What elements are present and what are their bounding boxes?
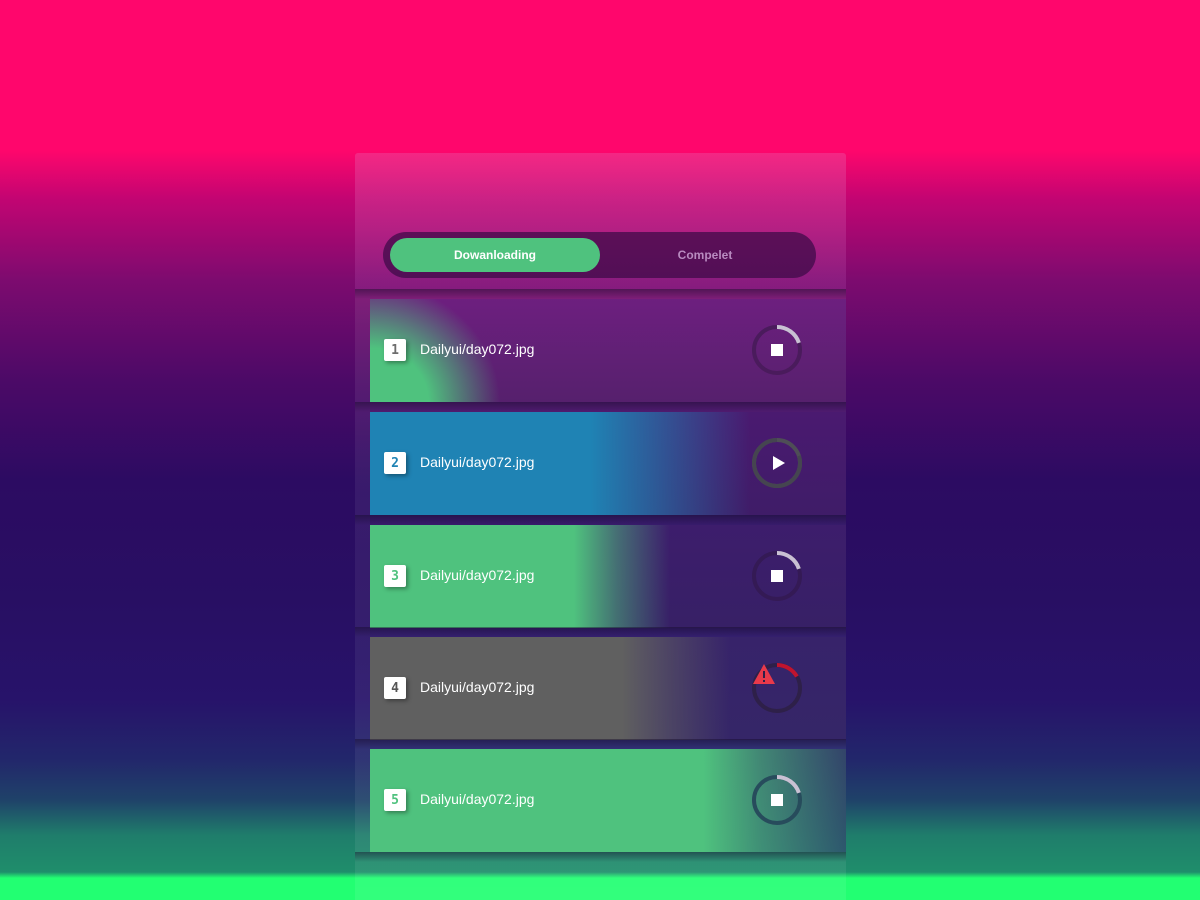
error-button[interactable] [752,663,802,713]
stop-icon [771,344,783,356]
tab-complete[interactable]: Compelet [600,238,810,272]
download-row-3[interactable]: 3 Dailyui/day072.jpg [370,525,846,628]
download-panel: Dowanloading Compelet 1 Dailyui/day072.j… [355,153,846,900]
download-row-1[interactable]: 1 Dailyui/day072.jpg [370,299,846,402]
stop-button[interactable] [752,551,802,601]
index-badge: 3 [384,565,406,587]
file-name: Dailyui/day072.jpg [420,679,535,695]
play-icon [773,456,785,470]
play-button[interactable] [752,438,802,488]
index-badge: 4 [384,677,406,699]
tab-switcher: Dowanloading Compelet [383,232,816,278]
index-badge: 1 [384,339,406,361]
index-badge: 5 [384,789,406,811]
stop-button[interactable] [752,325,802,375]
download-row-4[interactable]: 4 Dailyui/day072.jpg [370,637,846,740]
index-badge: 2 [384,452,406,474]
stop-icon [771,570,783,582]
tab-downloading[interactable]: Dowanloading [390,238,600,272]
warning-icon [753,664,775,684]
download-row-2[interactable]: 2 Dailyui/day072.jpg [370,412,846,515]
stop-button[interactable] [752,775,802,825]
stop-icon [771,794,783,806]
download-row-5[interactable]: 5 Dailyui/day072.jpg [370,749,846,852]
file-name: Dailyui/day072.jpg [420,454,535,470]
file-name: Dailyui/day072.jpg [420,567,535,583]
file-name: Dailyui/day072.jpg [420,341,535,357]
file-name: Dailyui/day072.jpg [420,791,535,807]
